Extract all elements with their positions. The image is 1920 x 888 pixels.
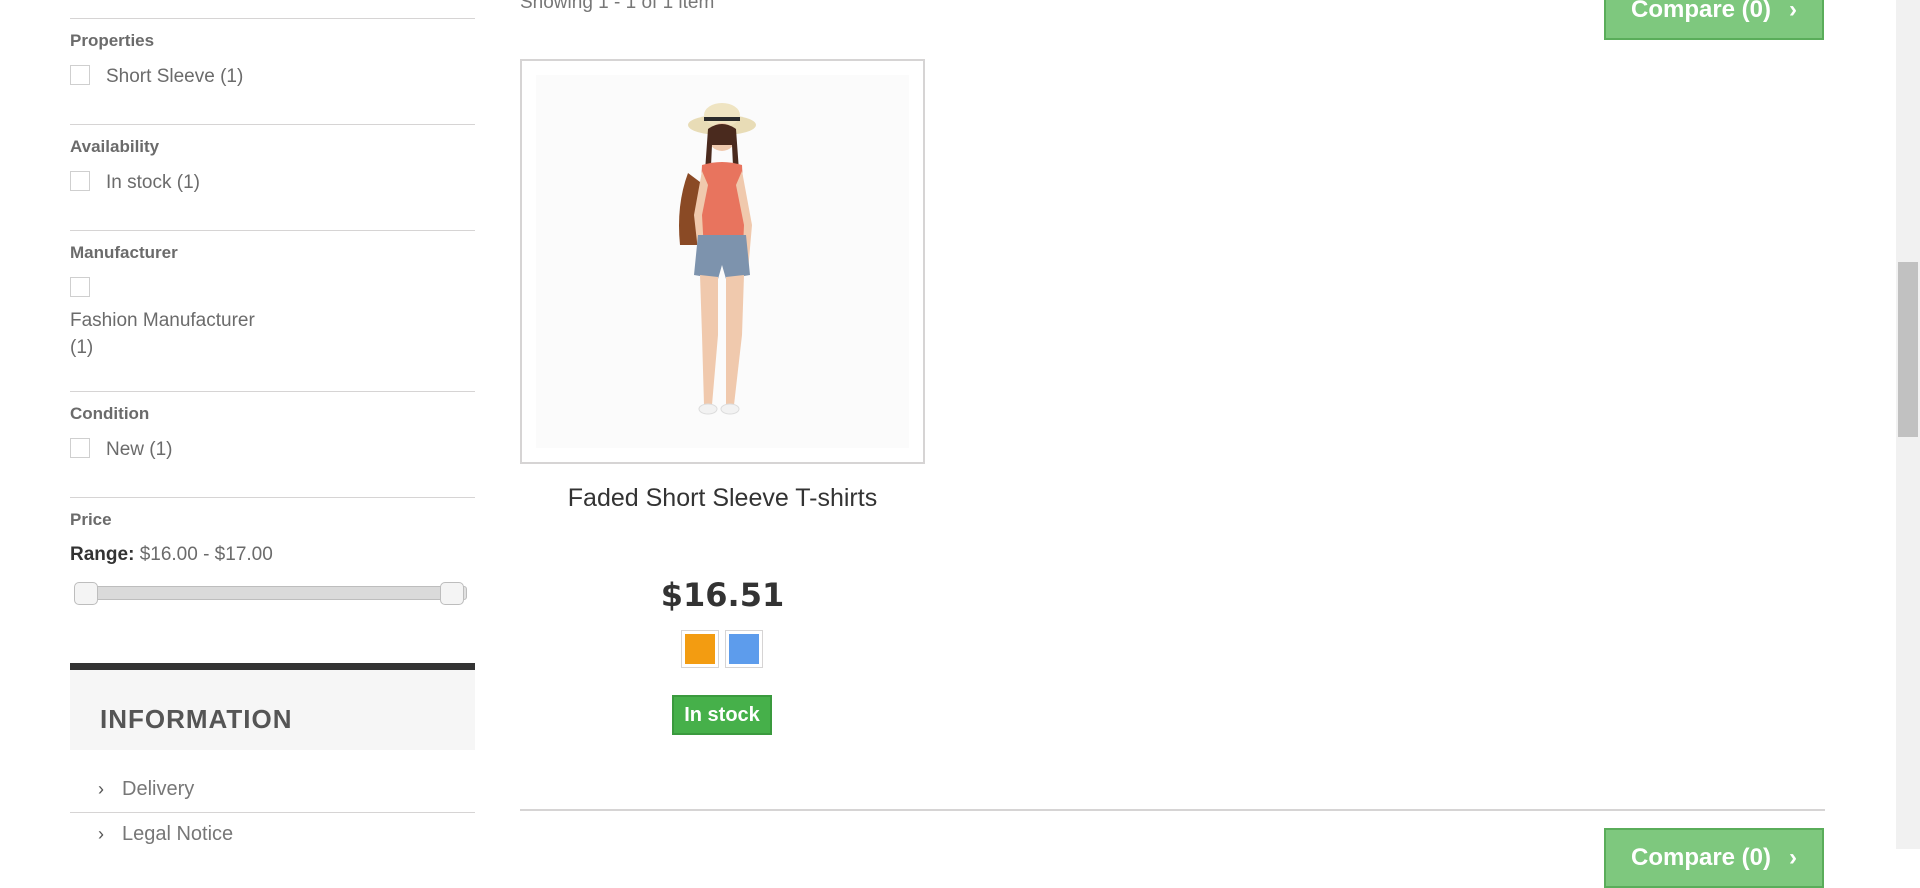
information-title: INFORMATION — [100, 704, 293, 734]
price-range-text: Range: $16.00 - $17.00 — [70, 544, 273, 566]
product-image[interactable] — [536, 75, 909, 448]
model-photo — [679, 103, 756, 415]
chevron-right-icon: › — [98, 824, 104, 844]
checkbox[interactable] — [70, 65, 90, 85]
divider — [70, 391, 475, 392]
range-value: $16.00 - $17.00 — [139, 544, 273, 565]
results-count: Showing 1 - 1 of 1 item — [520, 0, 715, 13]
compare-button[interactable]: Compare (0) › — [1604, 0, 1824, 40]
checkbox[interactable] — [70, 438, 90, 458]
filter-title-properties: Properties — [70, 31, 155, 50]
info-link-legal-notice[interactable]: › Legal Notice — [98, 823, 233, 846]
price-slider-range — [85, 587, 455, 599]
filter-title-availability: Availability — [70, 137, 160, 156]
chevron-right-icon: › — [1789, 0, 1798, 23]
filter-option-new[interactable]: New (1) — [70, 438, 173, 461]
info-link-delivery[interactable]: › Delivery — [98, 778, 194, 801]
divider — [70, 497, 475, 498]
filter-sidebar: Properties Short Sleeve (1) Availability… — [70, 0, 475, 849]
filter-option-in-stock[interactable]: In stock (1) — [70, 171, 200, 194]
swatch-color — [729, 634, 759, 664]
color-swatch-blue[interactable] — [725, 630, 763, 668]
range-label: Range: — [70, 544, 135, 565]
filter-option-fashion-manufacturer[interactable] — [70, 277, 90, 297]
manufacturer-name: Fashion Manufacturer — [70, 310, 255, 331]
divider — [70, 124, 475, 125]
filter-title-manufacturer: Manufacturer — [70, 243, 178, 262]
divider — [70, 18, 475, 19]
divider — [70, 230, 475, 231]
swatch-color — [685, 634, 715, 664]
price-slider-min-handle[interactable] — [74, 582, 98, 605]
divider — [520, 809, 1825, 811]
info-link-label: Delivery — [122, 778, 195, 800]
checkbox[interactable] — [70, 171, 90, 191]
manufacturer-count: (1) — [70, 337, 94, 358]
color-swatches — [681, 630, 763, 668]
checkbox[interactable] — [70, 277, 90, 297]
availability-badge: In stock — [672, 695, 772, 735]
divider — [70, 812, 475, 813]
compare-button-bottom[interactable]: Compare (0) › — [1604, 828, 1824, 888]
filter-option-short-sleeve[interactable]: Short Sleeve (1) — [70, 65, 243, 88]
filter-title-condition: Condition — [70, 404, 150, 423]
scrollbar-thumb[interactable] — [1898, 262, 1918, 437]
compare-label: Compare (0) — [1630, 0, 1772, 23]
filter-option-label: New (1) — [106, 439, 173, 460]
filter-option-label: Short Sleeve (1) — [106, 66, 244, 87]
compare-label: Compare (0) — [1630, 844, 1772, 871]
product-price: $16.51 — [660, 576, 785, 614]
chevron-right-icon: › — [1789, 844, 1798, 871]
filter-option-label: Fashion Manufacturer (1) — [70, 307, 255, 361]
product-name-link[interactable]: Faded Short Sleeve T-shirts — [520, 484, 925, 513]
filter-title-price: Price — [70, 510, 112, 529]
product-image-card[interactable] — [520, 59, 925, 464]
color-swatch-orange[interactable] — [681, 630, 719, 668]
chevron-right-icon: › — [98, 779, 104, 799]
information-block: INFORMATION — [70, 663, 475, 750]
filter-option-label: In stock (1) — [106, 172, 200, 193]
price-slider-max-handle[interactable] — [440, 582, 464, 605]
info-link-label: Legal Notice — [122, 823, 234, 845]
